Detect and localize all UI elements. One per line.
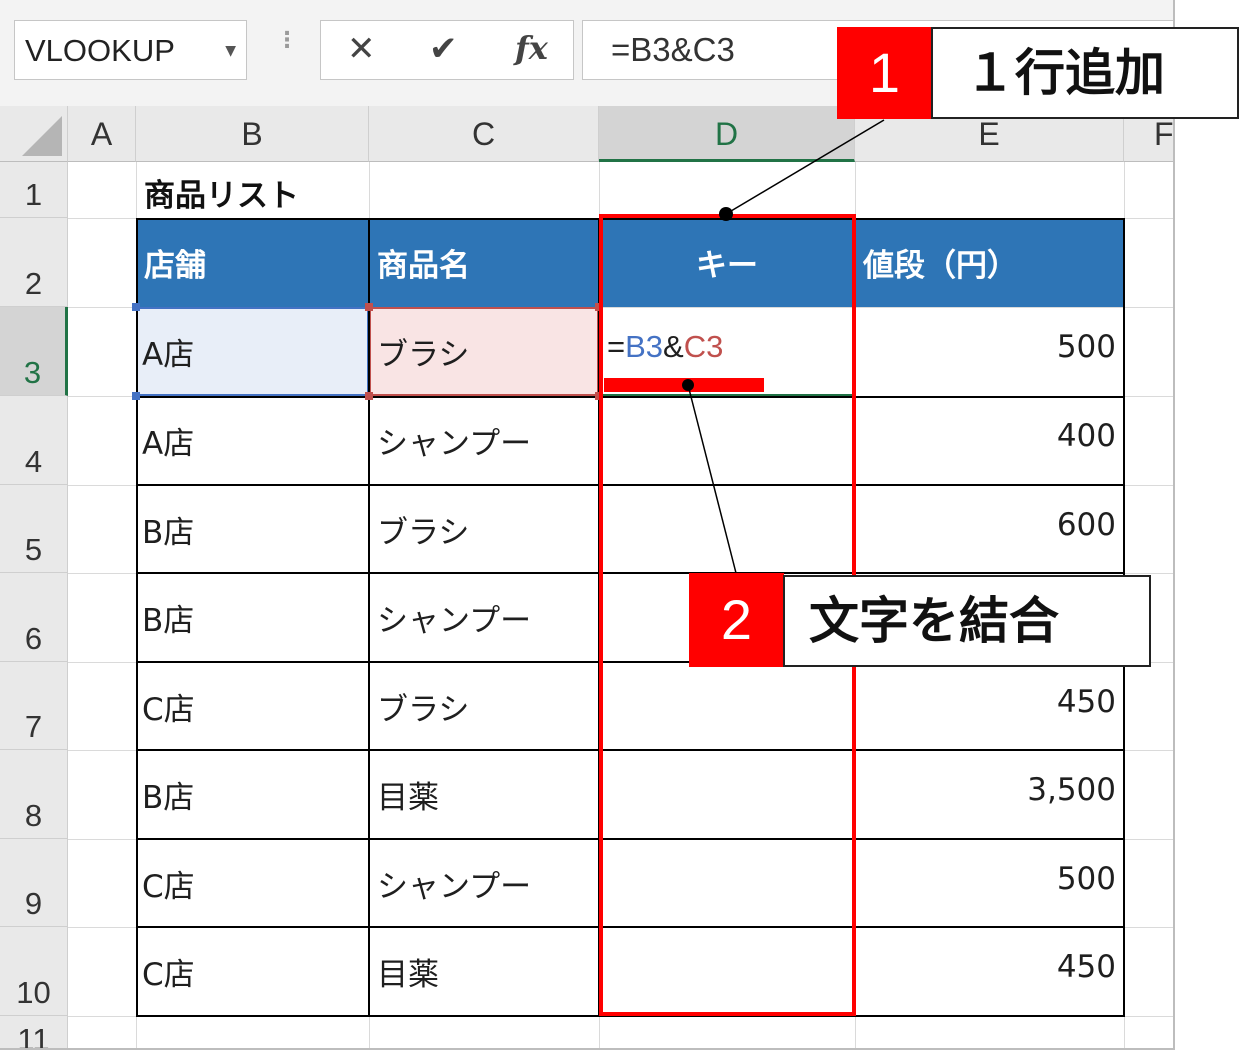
callout-1-number: 1 [837, 27, 932, 119]
cell-product[interactable]: シャンプー [369, 839, 599, 927]
row-number: 9 [24, 886, 43, 921]
row-number: 7 [24, 709, 43, 744]
cell-product[interactable]: 目薬 [369, 750, 599, 839]
name-box-value: VLOOKUP [25, 33, 175, 68]
row-header-5[interactable]: 5 [0, 485, 68, 573]
cell-price[interactable]: 600 [855, 485, 1124, 573]
row-number: 3 [23, 355, 42, 390]
row-number: 11 [17, 1022, 50, 1050]
formula-text: =B3&C3 [611, 31, 735, 68]
chevron-down-icon[interactable]: ▼ [225, 43, 236, 59]
excel-window: VLOOKUP ▼ ⋮ ✕ ✔ fx =B3&C3 A B C D E F 1 … [0, 0, 1175, 1050]
selection-handle[interactable] [365, 392, 373, 400]
select-all-triangle-icon [22, 116, 62, 156]
insert-function-icon[interactable]: fx [515, 29, 548, 67]
row-header-2[interactable]: 2 [0, 218, 68, 307]
column-header-d[interactable]: D [599, 106, 855, 162]
cell-store[interactable]: C店 [136, 927, 369, 1016]
table-border [368, 218, 370, 1017]
row-number: 4 [24, 444, 43, 479]
cell-price[interactable]: 400 [855, 396, 1124, 485]
cell-product[interactable]: シャンプー [369, 396, 599, 485]
row-header-11[interactable]: 11 [0, 1016, 68, 1050]
callout-2-label: 文字を結合 [783, 575, 1151, 667]
row-header-6[interactable]: 6 [0, 573, 68, 662]
row-header-9[interactable]: 9 [0, 839, 68, 927]
cell-price[interactable]: 3,500 [855, 750, 1124, 839]
cell-store[interactable]: A店 [136, 307, 369, 396]
selection-handle[interactable] [132, 303, 140, 311]
cell-product[interactable]: ブラシ [369, 307, 599, 396]
column-header-c[interactable]: C [369, 106, 599, 162]
cell-store[interactable]: B店 [136, 485, 369, 573]
cell-store[interactable]: C店 [136, 839, 369, 927]
row-number: 1 [24, 177, 43, 212]
cell-product[interactable]: シャンプー [369, 573, 599, 662]
row-number: 8 [24, 798, 43, 833]
selection-handle[interactable] [365, 303, 373, 311]
drag-handle-icon[interactable]: ⋮ [276, 28, 298, 53]
cell-store[interactable]: A店 [136, 396, 369, 485]
formula-buttons: ✕ ✔ fx [320, 20, 574, 80]
cell-store[interactable]: C店 [136, 662, 369, 750]
row-number: 2 [24, 266, 43, 301]
cell-price[interactable]: 500 [855, 307, 1124, 396]
cell-price[interactable]: 450 [855, 662, 1124, 750]
row-number: 5 [24, 532, 43, 567]
row-number: 6 [24, 621, 43, 656]
table-border [136, 218, 138, 1017]
cell-product[interactable]: 目薬 [369, 927, 599, 1016]
header-price[interactable]: 値段（円） [855, 218, 1124, 307]
row-header-1[interactable]: 1 [0, 162, 68, 218]
row-header-3[interactable]: 3 [0, 307, 68, 396]
header-product[interactable]: 商品名 [369, 218, 599, 307]
callout-2-number: 2 [689, 573, 784, 667]
formula-underline [604, 378, 764, 392]
cell-product[interactable]: ブラシ [369, 485, 599, 573]
cell-price[interactable]: 500 [855, 839, 1124, 927]
cell-price[interactable]: 450 [855, 927, 1124, 1016]
row-header-7[interactable]: 7 [0, 662, 68, 750]
cell-store[interactable]: B店 [136, 573, 369, 662]
callout-1-label: １行追加 [931, 27, 1239, 119]
name-box[interactable]: VLOOKUP ▼ [14, 20, 247, 80]
cell-store[interactable]: B店 [136, 750, 369, 839]
select-all-corner[interactable] [0, 106, 68, 162]
selection-handle[interactable] [132, 392, 140, 400]
row-header-4[interactable]: 4 [0, 396, 68, 485]
column-header-b[interactable]: B [136, 106, 369, 162]
enter-icon[interactable]: ✔ [429, 29, 458, 69]
row-number: 10 [16, 975, 51, 1010]
row-header-8[interactable]: 8 [0, 750, 68, 839]
sheet-title[interactable]: 商品リスト [144, 170, 299, 215]
cancel-icon[interactable]: ✕ [347, 29, 376, 69]
cell-product[interactable]: ブラシ [369, 662, 599, 750]
header-store[interactable]: 店舗 [136, 218, 369, 307]
row-header-10[interactable]: 10 [0, 927, 68, 1016]
column-header-a[interactable]: A [68, 106, 136, 162]
